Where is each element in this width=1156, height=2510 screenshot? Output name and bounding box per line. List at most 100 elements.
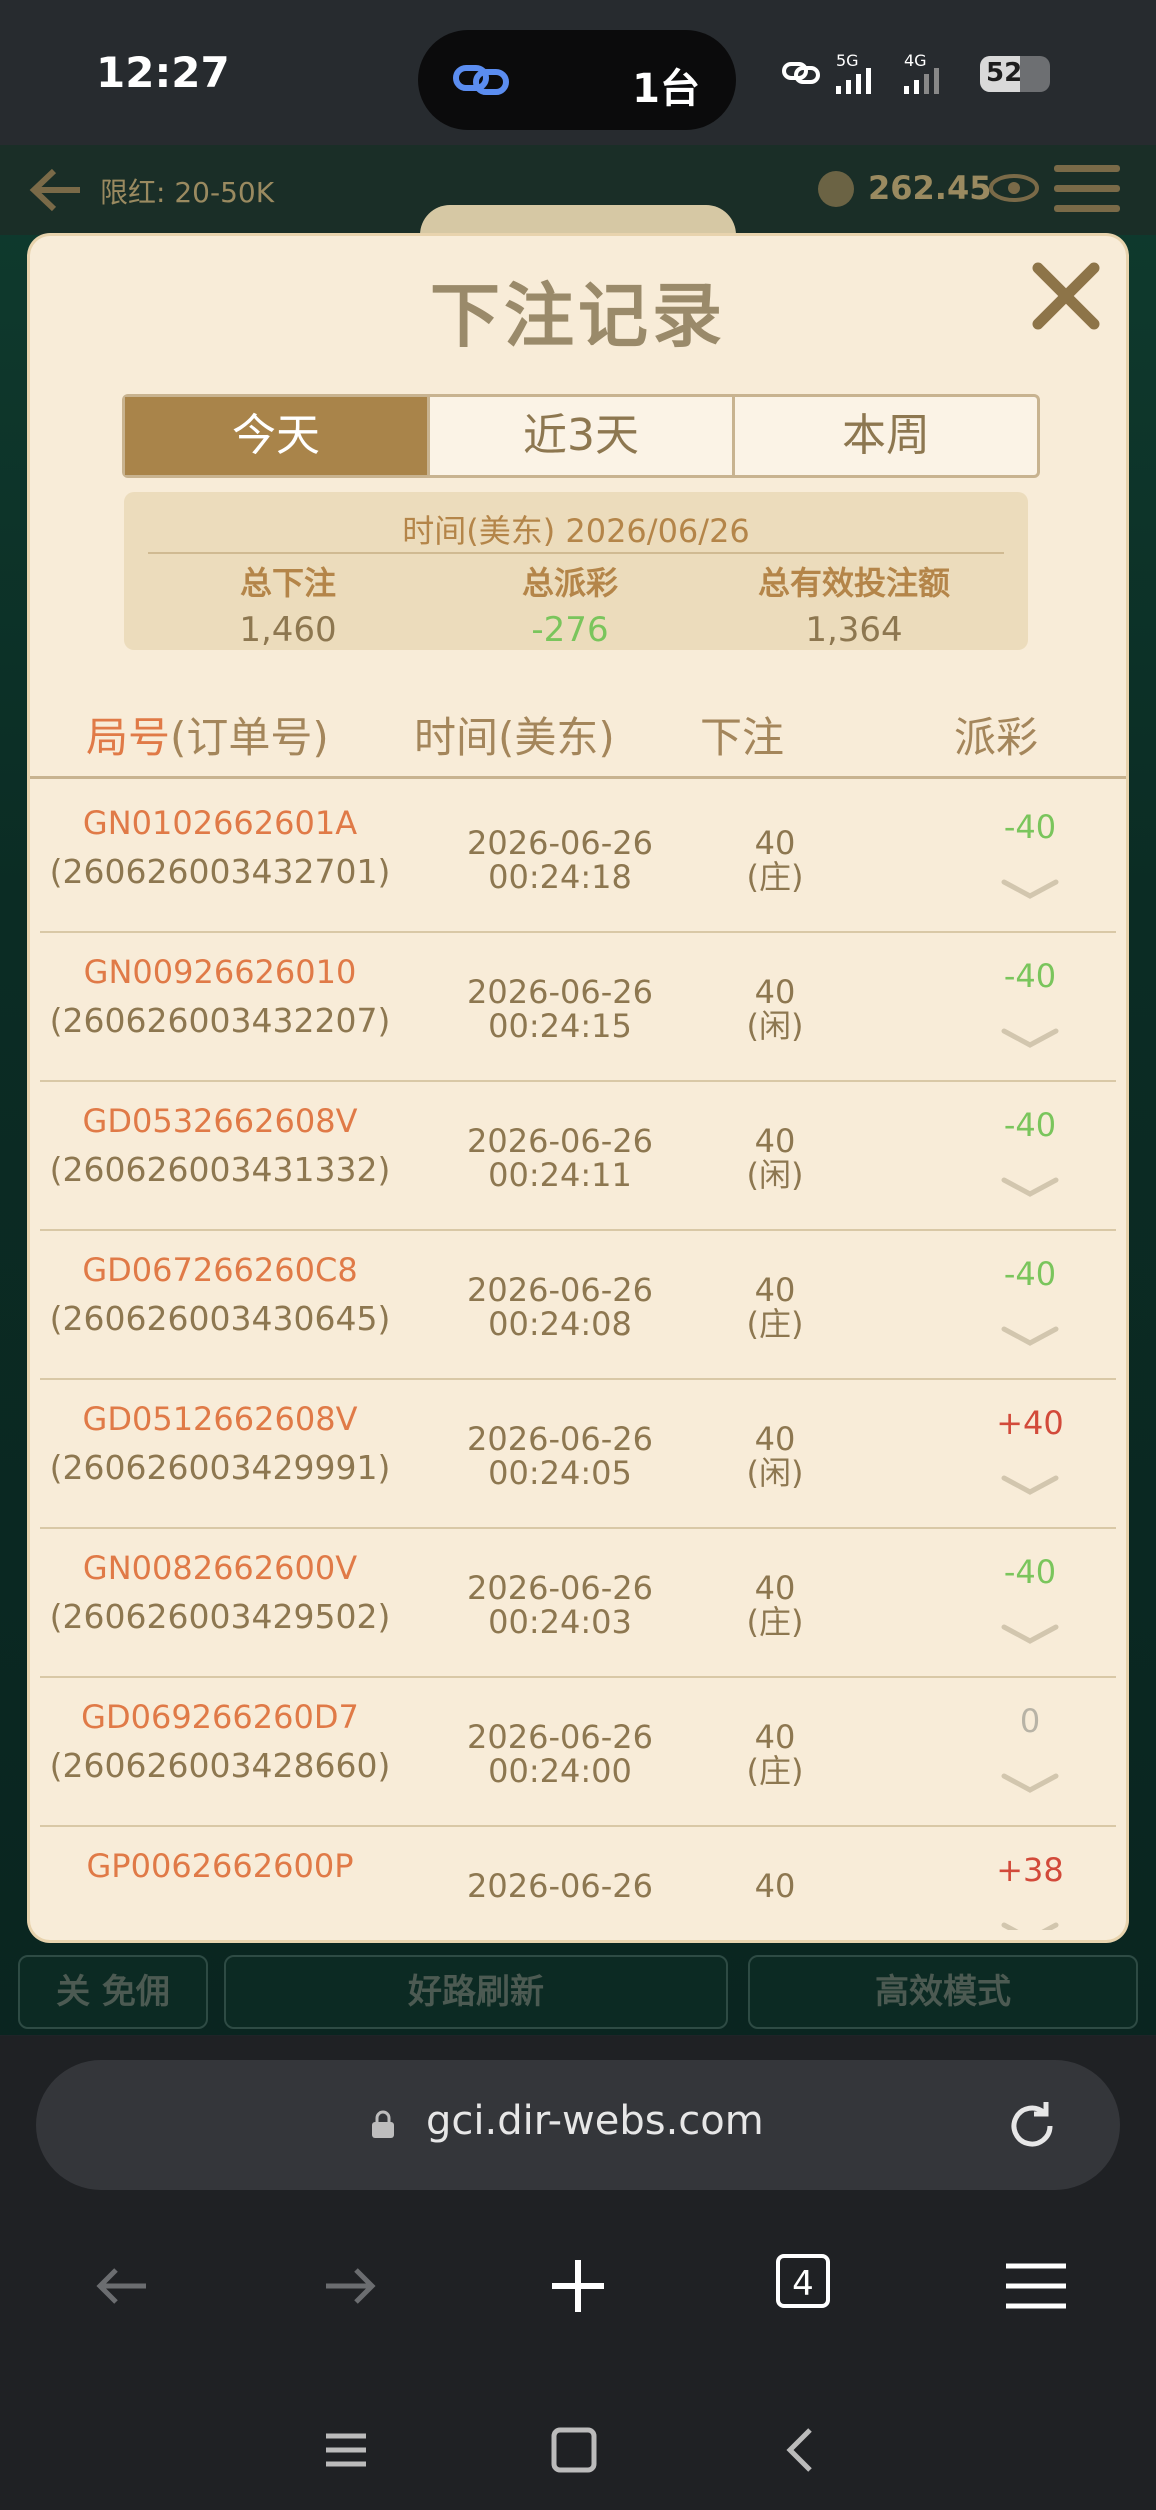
order-number: (260626003432207) — [49, 1001, 391, 1040]
order-number: (260626003429991) — [49, 1448, 391, 1487]
reload-icon[interactable] — [1002, 2096, 1062, 2156]
bet-clock: 00:24:11 — [488, 1156, 632, 1194]
summary-date: 时间(美东) 2026/06/26 — [402, 512, 750, 550]
refresh-roads-button[interactable]: 好路刷新 — [224, 1955, 728, 2029]
system-nav-bar — [0, 2398, 1156, 2498]
bet-time: 2026-06-26 00:24:18 — [410, 826, 710, 894]
bet-clock: 00:24:08 — [488, 1305, 632, 1343]
table-header: 局号(订单号) 时间(美东) 下注 派彩 — [30, 696, 1126, 779]
bet-value: 40 — [754, 1569, 796, 1607]
eye-icon[interactable] — [988, 173, 1040, 203]
table-row[interactable]: GN00926626010 (260626003432207) 2026-06-26… — [40, 931, 1116, 1082]
bet-side: (庄) — [746, 1752, 804, 1790]
col-time: 时间(美东) — [414, 713, 615, 762]
payout-value: -40 — [1003, 808, 1057, 846]
bet-date: 2026-06-26 — [467, 1271, 653, 1309]
tab-this-week[interactable]: 本周 — [732, 397, 1037, 475]
bet-clock: 00:24:18 — [488, 858, 632, 896]
bet-time: 2026-06-26 00:24:11 — [410, 1124, 710, 1192]
round-id: GD067266260C8 — [82, 1251, 358, 1289]
bet-amount: 40 (庄) — [700, 1571, 850, 1639]
tab-switcher-button[interactable]: 4 — [776, 2254, 830, 2308]
browser-chrome: gci.dir-webs.com 4 — [0, 2036, 1156, 2510]
bet-date: 2026-06-26 — [467, 1867, 653, 1905]
back-icon[interactable] — [82, 2246, 162, 2326]
total-bet-value: 1,460 — [239, 610, 337, 650]
bet-clock: 00:24:03 — [488, 1603, 632, 1641]
col-bet: 下注 — [700, 713, 785, 762]
clock: 12:27 — [96, 48, 230, 97]
chevron-down-icon[interactable] — [998, 1321, 1062, 1351]
tab-3-days[interactable]: 近3天 — [427, 397, 732, 475]
commission-free-button[interactable]: 关 免佣 — [18, 1955, 208, 2029]
chevron-down-icon[interactable] — [998, 1619, 1062, 1649]
island-text: 1台 — [632, 66, 700, 112]
table-row[interactable]: GD0532662608V (260626003431332) 2026-06-26… — [40, 1080, 1116, 1231]
bet-date: 2026-06-26 — [467, 1718, 653, 1756]
bet-amount: 40 (庄) — [700, 1273, 850, 1341]
back-arrow-icon[interactable] — [24, 165, 84, 215]
table-row[interactable]: GN0102662601A (260626003432701) 2026-06-26… — [40, 782, 1116, 933]
round-id: GD0512662608V — [82, 1400, 358, 1438]
chevron-down-icon[interactable] — [998, 1470, 1062, 1500]
table-row[interactable]: GP0062662600P 2026-06-26 40 +38 — [40, 1825, 1116, 1930]
bet-amount: 40 — [700, 1869, 850, 1903]
home-icon[interactable] — [534, 2410, 614, 2490]
round-id: GD0532662608V — [82, 1102, 358, 1140]
bet-side: (庄) — [746, 858, 804, 896]
total-payout: 总派彩 -276 — [420, 558, 720, 650]
dynamic-island[interactable]: 1台 — [418, 30, 736, 130]
total-payout-value: -276 — [531, 610, 609, 650]
table-row[interactable]: GD0512662608V (260626003429991) 2026-06-26… — [40, 1378, 1116, 1529]
bet-date: 2026-06-26 — [467, 824, 653, 862]
modal-title: 下注记录 — [430, 275, 726, 357]
bet-side: (闲) — [746, 1454, 804, 1492]
chevron-down-icon[interactable] — [998, 1023, 1062, 1053]
chevron-down-icon[interactable] — [998, 1768, 1062, 1798]
col-round: 局号(订单号) — [86, 704, 329, 765]
bet-value: 40 — [754, 973, 796, 1011]
address-bar[interactable]: gci.dir-webs.com — [36, 2060, 1120, 2190]
bet-date: 2026-06-26 — [467, 1122, 653, 1160]
bet-amount: 40 (闲) — [700, 1124, 850, 1192]
round-id: GD069266260D7 — [81, 1698, 359, 1736]
new-tab-icon[interactable] — [538, 2246, 618, 2326]
date-range-tabs: 今天 近3天 本周 — [122, 394, 1040, 478]
bet-value: 40 — [754, 1420, 796, 1458]
col-order-label: (订单号) — [170, 713, 329, 762]
payout-value: +40 — [996, 1404, 1064, 1442]
bet-time: 2026-06-26 00:24:15 — [410, 975, 710, 1043]
total-bet: 总下注 1,460 — [138, 558, 438, 650]
svg-text:5G: 5G — [836, 51, 859, 70]
bet-value: 40 — [754, 1122, 796, 1160]
close-icon[interactable] — [1026, 256, 1106, 336]
bet-history-modal: 下注记录 今天 近3天 本周 时间(美东) 2026/06/26 总下注 1,4… — [30, 236, 1126, 1940]
link-icon — [453, 65, 509, 95]
bet-time: 2026-06-26 00:24:05 — [410, 1422, 710, 1490]
round-id: GN0082662600V — [82, 1549, 358, 1587]
efficient-mode-button[interactable]: 高效模式 — [748, 1955, 1138, 2029]
browser-nav-row: 4 — [0, 2234, 1156, 2334]
chevron-down-icon[interactable] — [998, 1917, 1062, 1930]
bet-limit: 限红: 20-50K — [100, 176, 275, 209]
round-id: GN00926626010 — [83, 953, 357, 991]
chevron-down-icon[interactable] — [998, 1172, 1062, 1202]
bet-value: 40 — [754, 824, 796, 862]
table-row[interactable]: GD069266260D7 (260626003428660) 2026-06-26… — [40, 1676, 1116, 1827]
total-payout-label: 总派彩 — [521, 564, 618, 602]
round-id: GP0062662600P — [86, 1847, 354, 1885]
table-row[interactable]: GD067266260C8 (260626003430645) 2026-06-26… — [40, 1229, 1116, 1380]
status-bar: 12:27 1台 5G 4G 52 — [0, 0, 1156, 145]
tab-today[interactable]: 今天 — [125, 397, 427, 475]
menu-icon[interactable] — [1050, 159, 1124, 219]
browser-menu-icon[interactable] — [996, 2246, 1076, 2326]
system-back-icon[interactable] — [762, 2410, 842, 2490]
bet-date: 2026-06-26 — [467, 973, 653, 1011]
recent-apps-icon[interactable] — [306, 2410, 386, 2490]
order-number: (260626003430645) — [49, 1299, 391, 1338]
forward-icon[interactable] — [310, 2246, 390, 2326]
col-payout: 派彩 — [954, 713, 1039, 762]
bet-amount: 40 (闲) — [700, 1422, 850, 1490]
chevron-down-icon[interactable] — [998, 874, 1062, 904]
table-row[interactable]: GN0082662600V (260626003429502) 2026-06-26… — [40, 1527, 1116, 1678]
